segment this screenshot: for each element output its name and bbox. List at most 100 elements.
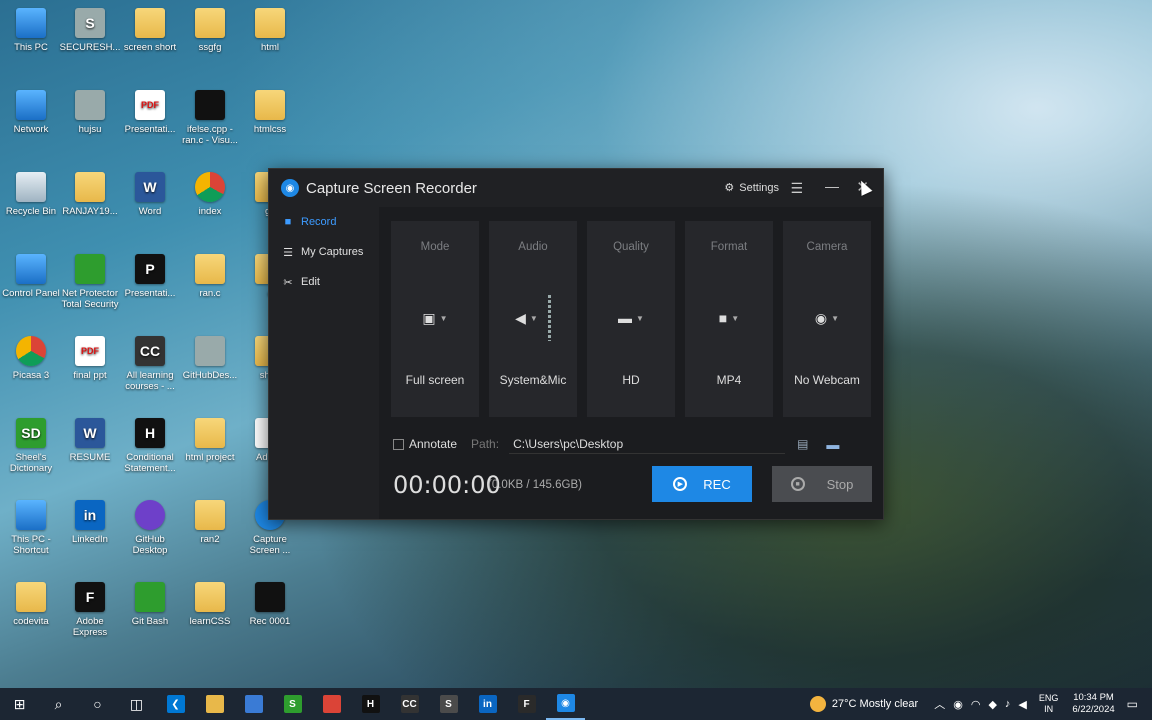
card-camera[interactable]: Camera ◉ ▼ No Webcam — [783, 221, 871, 417]
minimize-icon[interactable]: — — [825, 178, 839, 194]
settings-button[interactable]: ⚙ Settings — [724, 181, 779, 195]
card-icon-row[interactable]: ■ ▼ — [719, 303, 739, 333]
capture-recorder-icon[interactable]: ◉ — [546, 688, 585, 720]
card-icon-row[interactable]: ▣ ▼ — [422, 303, 447, 333]
microphone-icon[interactable]: ♪ — [1005, 698, 1011, 710]
cortana-icon[interactable]: ○ — [78, 688, 117, 720]
desktop-icon[interactable]: html — [239, 8, 301, 53]
desktop-icon[interactable]: PDF final ppt — [59, 336, 121, 381]
desktop-icon[interactable]: in LinkedIn — [59, 500, 121, 545]
volume-icon[interactable]: ◀ — [1018, 698, 1026, 711]
path-input[interactable] — [509, 434, 786, 454]
desktop-icon[interactable]: Picasa 3 — [0, 336, 62, 381]
card-audio[interactable]: Audio ◀ ▼ System&Mic — [489, 221, 577, 417]
desktop-icon[interactable]: Recycle Bin — [0, 172, 62, 217]
desktop-icon[interactable]: PDF Presentati... — [119, 90, 181, 135]
clock[interactable]: 10:34 PM 6/22/2024 — [1072, 692, 1114, 716]
desktop-icon[interactable]: Git Bash — [119, 582, 181, 627]
sidebar-item-record[interactable]: ■ Record — [269, 207, 379, 237]
card-mode[interactable]: Mode ▣ ▼ Full screen — [391, 221, 479, 417]
desktop-icon[interactable]: codevita — [0, 582, 62, 627]
sidebar-item-edit[interactable]: ✂ Edit — [269, 267, 379, 297]
desktop-icon[interactable]: GitHub Desktop — [119, 500, 181, 556]
card-quality[interactable]: Quality ▬ ▼ HD — [587, 221, 675, 417]
rec-button[interactable]: ▶ REC — [652, 466, 752, 502]
wifi-icon[interactable]: ◠ — [971, 698, 981, 711]
search-icon[interactable]: ⌕ — [39, 688, 78, 720]
desktop-icon[interactable]: RANJAY19... — [59, 172, 121, 217]
desktop-icon-image — [135, 500, 165, 530]
menu-icon[interactable]: ☰ — [790, 180, 803, 197]
chevron-down-icon[interactable]: ▼ — [636, 314, 644, 323]
adobe-express-icon[interactable]: F — [507, 688, 546, 720]
chevron-up-icon[interactable]: ︿ — [934, 696, 945, 712]
hackerrank-icon[interactable]: H — [351, 688, 390, 720]
stop-button[interactable]: ■ Stop — [772, 466, 872, 502]
chevron-down-icon[interactable]: ▼ — [530, 314, 538, 323]
desktop-icon-label: index — [198, 206, 222, 217]
desktop-icon[interactable]: screen short — [119, 8, 181, 53]
capture-tray-icon[interactable]: ◉ — [953, 698, 963, 711]
sheels-dictionary-icon-glyph: S — [283, 695, 302, 713]
vscode-icon[interactable]: ❮ — [156, 688, 195, 720]
desktop-icon[interactable]: ssgfg — [179, 8, 241, 53]
desktop-icon[interactable]: P Presentati... — [119, 254, 181, 299]
file-explorer-icon[interactable] — [195, 688, 234, 720]
desktop-icon[interactable]: Rec 0001 — [239, 582, 301, 627]
linkedin-icon[interactable]: in — [468, 688, 507, 720]
antivirus-tray-icon[interactable]: ◆ — [988, 698, 996, 711]
desktop-icon[interactable]: html project — [179, 418, 241, 463]
desktop-icon[interactable]: learnCSS — [179, 582, 241, 627]
desktop-icon-label: Picasa 3 — [12, 370, 50, 381]
sublime-icon[interactable]: S — [429, 688, 468, 720]
desktop-icon[interactable]: Network — [0, 90, 62, 135]
desktop-icon-image: SD — [16, 418, 46, 448]
folder-open-icon[interactable]: ▬ — [826, 437, 839, 452]
desktop-icon[interactable]: GitHubDes... — [179, 336, 241, 381]
annotate-checkbox[interactable] — [393, 438, 404, 450]
desktop-icon[interactable]: F Adobe Express — [59, 582, 121, 638]
card-icon-row[interactable]: ▬ ▼ — [618, 303, 644, 333]
lang-bottom: IN — [1044, 704, 1054, 714]
title-bar[interactable]: ◉ Capture Screen Recorder ⚙ Settings ☰ —… — [269, 169, 883, 207]
cc-icon[interactable]: CC — [390, 688, 429, 720]
desktop-icon[interactable]: index — [179, 172, 241, 217]
language-indicator[interactable]: ENG IN — [1039, 693, 1059, 715]
card-value: Full screen — [405, 373, 465, 387]
desktop-icon[interactable]: W Word — [119, 172, 181, 217]
chevron-down-icon[interactable]: ▼ — [440, 314, 448, 323]
card-icon-row[interactable]: ◀ ▼ — [515, 295, 551, 341]
sidebar-item-my-captures[interactable]: ☰ My Captures — [269, 237, 379, 267]
desktop-icon[interactable]: ran2 — [179, 500, 241, 545]
task-view-icon[interactable]: ◫ — [117, 688, 156, 720]
list-icon[interactable]: ▤ — [797, 437, 808, 451]
volume-level-bar[interactable] — [547, 295, 551, 341]
desktop-icon[interactable]: S SECURESH... — [59, 8, 121, 53]
card-icon-row[interactable]: ◉ ▼ — [815, 303, 839, 333]
desktop-icon[interactable]: CC All learning courses - ... — [119, 336, 181, 392]
desktop-icon[interactable]: This PC — [0, 8, 62, 53]
desktop-icon[interactable]: H Conditional Statement... — [119, 418, 181, 474]
chevron-down-icon[interactable]: ▼ — [731, 314, 739, 323]
desktop-icon[interactable]: Net Protector Total Security — [59, 254, 121, 310]
notification-icon[interactable]: ▭ — [1127, 697, 1138, 711]
chevron-down-icon[interactable]: ▼ — [831, 314, 839, 323]
weather-widget[interactable]: 27°C Mostly clear — [809, 696, 918, 712]
desktop-icon[interactable]: ifelse.cpp - ran.c - Visu... — [179, 90, 241, 146]
chrome-icon[interactable] — [312, 688, 351, 720]
sheels-dictionary-icon[interactable]: S — [273, 688, 312, 720]
desktop-icon-label: learnCSS — [189, 616, 231, 627]
desktop-icon[interactable]: W RESUME — [59, 418, 121, 463]
desktop-icon[interactable]: ran.c — [179, 254, 241, 299]
start-icon[interactable]: ⊞ — [0, 688, 39, 720]
desktop-icon-label: Word — [138, 206, 162, 217]
desktop-icon-image — [16, 500, 46, 530]
desktop-icon[interactable]: This PC - Shortcut — [0, 500, 62, 556]
desktop-icon[interactable]: hujsu — [59, 90, 121, 135]
desktop-icon[interactable]: Control Panel — [0, 254, 62, 299]
desktop-icon[interactable]: SD Sheel's Dictionary — [0, 418, 62, 474]
stop-icon: ■ — [790, 477, 805, 491]
card-format[interactable]: Format ■ ▼ MP4 — [685, 221, 773, 417]
desktop-icon[interactable]: htmlcss — [239, 90, 301, 135]
store-icon[interactable] — [234, 688, 273, 720]
